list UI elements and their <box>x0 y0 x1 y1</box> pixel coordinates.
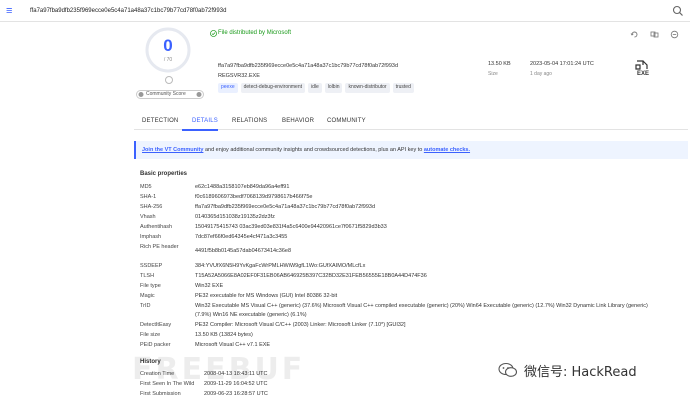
tag[interactable]: detect-debug-environment <box>240 83 305 93</box>
property-key: Magic <box>140 293 155 299</box>
detection-count: 0 <box>163 36 173 55</box>
search-icon[interactable] <box>672 5 684 17</box>
tab-details[interactable]: DETAILS <box>192 118 218 124</box>
tag[interactable]: lolbin <box>324 83 343 93</box>
report-tabs: DETECTION DETAILS RELATIONS BEHAVIOR COM… <box>134 110 688 131</box>
file-hash[interactable]: ffa7a97fba9dfb235f969ecce0e5c4a71a48a37c… <box>218 63 398 69</box>
wechat-watermark: 微信号: HackRead <box>498 360 686 380</box>
search-input[interactable]: ffa7a97fba9dfb235f969ecce0e5c4a71a48a37c… <box>30 4 670 18</box>
banner-text: and enjoy additional community insights … <box>203 147 424 153</box>
property-value[interactable]: 13.50 KB (13824 bytes) <box>195 332 253 338</box>
property-key: DetectItEasy <box>140 322 172 328</box>
community-banner: Join the VT Community and enjoy addition… <box>134 141 688 159</box>
tag[interactable]: idle <box>308 83 322 93</box>
section-title: Basic properties <box>140 171 188 177</box>
similar-icon[interactable] <box>650 30 659 39</box>
property-key: SHA-1 <box>140 194 157 200</box>
community-score: Community Score <box>133 76 208 99</box>
property-value[interactable]: Microsoft Visual C++ v7.1 EXE <box>195 342 270 348</box>
basic-properties-section: Basic properties <box>134 170 688 180</box>
active-tab-indicator <box>182 129 218 131</box>
property-key: Rich PE header <box>140 244 179 250</box>
distribution-status: File distributed by Microsoft <box>218 30 292 36</box>
property-value[interactable]: 7dc87ef66f0ed64345e4cf471a3c3455 <box>195 234 287 240</box>
tag[interactable]: peexe <box>218 83 238 93</box>
property-key: TrID <box>140 303 151 309</box>
reanalyze-icon[interactable] <box>630 30 639 39</box>
history-key: First Submission <box>140 391 181 397</box>
property-key: SHA-256 <box>140 204 163 210</box>
property-value[interactable]: 0140365d151038z19135z2dz3fz <box>195 214 275 220</box>
property-key: Authentihash <box>140 224 173 230</box>
last-analysis-relative: 1 day ago <box>530 71 552 77</box>
tag[interactable]: known-distributor <box>345 83 390 93</box>
property-value[interactable]: Win32 EXE <box>195 283 223 289</box>
property-value[interactable]: (7.9%) Win16 NE executable (generic) (6.… <box>195 312 307 318</box>
tab-behavior[interactable]: BEHAVIOR <box>282 118 314 124</box>
property-value[interactable]: e62c1488a3158107eb849da96a4eff91 <box>195 184 289 190</box>
property-value[interactable]: 15049175415743 03ac39ed03e831f4a5c6400e9… <box>195 224 387 230</box>
property-value[interactable]: ffa7a97fba9dfb235f969ecce0e5c4a71a48a37c… <box>195 204 375 210</box>
property-value[interactable]: T15A52A5066E8A02EF0F31EB06AB646925B397C3… <box>195 273 427 279</box>
property-value[interactable]: 4491f5b8b0145a57dab04673414c36e8 <box>195 248 291 254</box>
community-pin-icon <box>165 76 173 84</box>
exe-file-icon <box>635 60 648 70</box>
tab-relations[interactable]: RELATIONS <box>232 118 267 124</box>
property-key: Vhash <box>140 214 156 220</box>
freebuf-watermark: FREEBUF <box>132 352 306 387</box>
tab-community[interactable]: COMMUNITY <box>327 118 366 124</box>
property-key: File type <box>140 283 161 289</box>
tab-detection[interactable]: DETECTION <box>142 118 178 124</box>
virustotal-logo-icon[interactable]: ≡ <box>6 5 20 17</box>
tag[interactable]: trusted <box>392 83 414 93</box>
property-key: MD5 <box>140 184 152 190</box>
property-value[interactable]: 384:YVUfX6N5H9YvKgaFcWrPMLHWiW9gfL1Wo:GU… <box>195 263 365 269</box>
history-value: 2009-06-23 16:28:57 UTC <box>204 391 268 397</box>
more-options-icon[interactable] <box>670 30 679 39</box>
property-value[interactable]: PE32 Compiler: Microsoft Visual C/C++ (2… <box>195 322 406 328</box>
check-circle-icon <box>210 30 217 37</box>
file-size-label: Size <box>488 71 498 77</box>
property-key: SSDEEP <box>140 263 163 269</box>
property-value[interactable]: Win32 Executable MS Visual C++ (generic)… <box>195 303 648 309</box>
top-bar: ≡ ffa7a97fba9dfb235f969ecce0e5c4a71a48a3… <box>0 0 690 22</box>
property-key: File size <box>140 332 161 338</box>
file-summary-card: File distributed by Microsoft ffa7a97fba… <box>210 25 688 103</box>
property-key: Imphash <box>140 234 162 240</box>
engine-total: / 70 <box>163 57 173 63</box>
join-community-link[interactable]: Join the VT Community <box>142 147 203 153</box>
property-value[interactable]: f0c6189606973bedf7068139d9798617b466f75e <box>195 194 312 200</box>
property-key: TLSH <box>140 273 155 279</box>
property-key: PEiD packer <box>140 342 171 348</box>
community-score-label: Community Score <box>146 91 186 97</box>
file-type-label: EXE <box>637 71 650 77</box>
tag-list: peexe detect-debug-environment idle lolb… <box>218 83 414 93</box>
last-analysis-date: 2023-05-04 17:01:24 UTC <box>530 61 594 67</box>
file-size-value: 13.50 KB <box>488 61 511 67</box>
property-value[interactable]: PE32 executable for MS Windows (GUI) Int… <box>195 293 337 299</box>
file-name: REGSVR32.EXE <box>218 73 260 79</box>
automate-checks-link[interactable]: automate checks. <box>424 147 470 153</box>
wechat-account: 微信号: HackRead <box>524 365 637 380</box>
wechat-icon <box>498 362 518 377</box>
